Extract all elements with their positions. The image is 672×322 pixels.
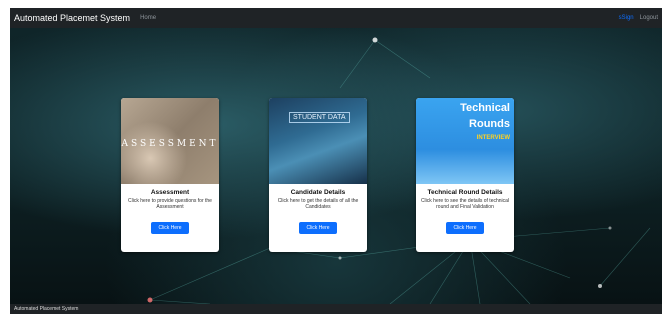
technical-image-text-3: INTERVIEW — [476, 135, 510, 141]
card-body: Assessment Click here to provide questio… — [121, 184, 219, 234]
card-candidate-details: STUDENT DATA Candidate Details Click her… — [269, 98, 367, 252]
card-description: Click here to provide questions for the … — [128, 198, 212, 210]
card-title: Candidate Details — [290, 189, 346, 196]
card-description: Click here to see the details of technic… — [420, 198, 510, 210]
student-data-image: STUDENT DATA — [269, 98, 367, 184]
nav-link-user[interactable]: sSign — [619, 15, 634, 21]
footer-text: Automated Placemet System — [14, 306, 79, 312]
student-data-image-text: STUDENT DATA — [289, 112, 350, 123]
card-body: Technical Round Details Click here to se… — [416, 184, 514, 234]
assessment-image-text: ASSESSMENT — [121, 139, 219, 149]
technical-image-text-1: Technical — [460, 102, 510, 114]
footer: Automated Placemet System — [10, 304, 662, 314]
assessment-image: ASSESSMENT — [121, 98, 219, 184]
card-body: Candidate Details Click here to get the … — [269, 184, 367, 234]
card-description: Click here to get the details of all the… — [277, 198, 359, 210]
card-title: Assessment — [150, 189, 190, 196]
technical-click-button[interactable]: Click Here — [446, 222, 484, 234]
nav-link-home[interactable]: Home — [140, 15, 156, 21]
technical-rounds-image: Technical Rounds INTERVIEW — [416, 98, 514, 184]
navbar-right: sSign Logout — [619, 15, 658, 21]
app-frame: Automated Placemet System Home sSign Log… — [10, 8, 662, 314]
navbar: Automated Placemet System Home sSign Log… — [10, 8, 662, 28]
network-background: ASSESSMENT Assessment Click here to prov… — [10, 28, 662, 304]
navbar-brand[interactable]: Automated Placemet System — [14, 13, 130, 23]
technical-image-text-2: Rounds — [469, 118, 510, 130]
assessment-click-button[interactable]: Click Here — [151, 222, 189, 234]
card-assessment: ASSESSMENT Assessment Click here to prov… — [121, 98, 219, 252]
nav-link-logout[interactable]: Logout — [640, 15, 658, 21]
card-technical-round: Technical Rounds INTERVIEW Technical Rou… — [416, 98, 514, 252]
card-title: Technical Round Details — [427, 189, 503, 196]
candidate-click-button[interactable]: Click Here — [299, 222, 337, 234]
